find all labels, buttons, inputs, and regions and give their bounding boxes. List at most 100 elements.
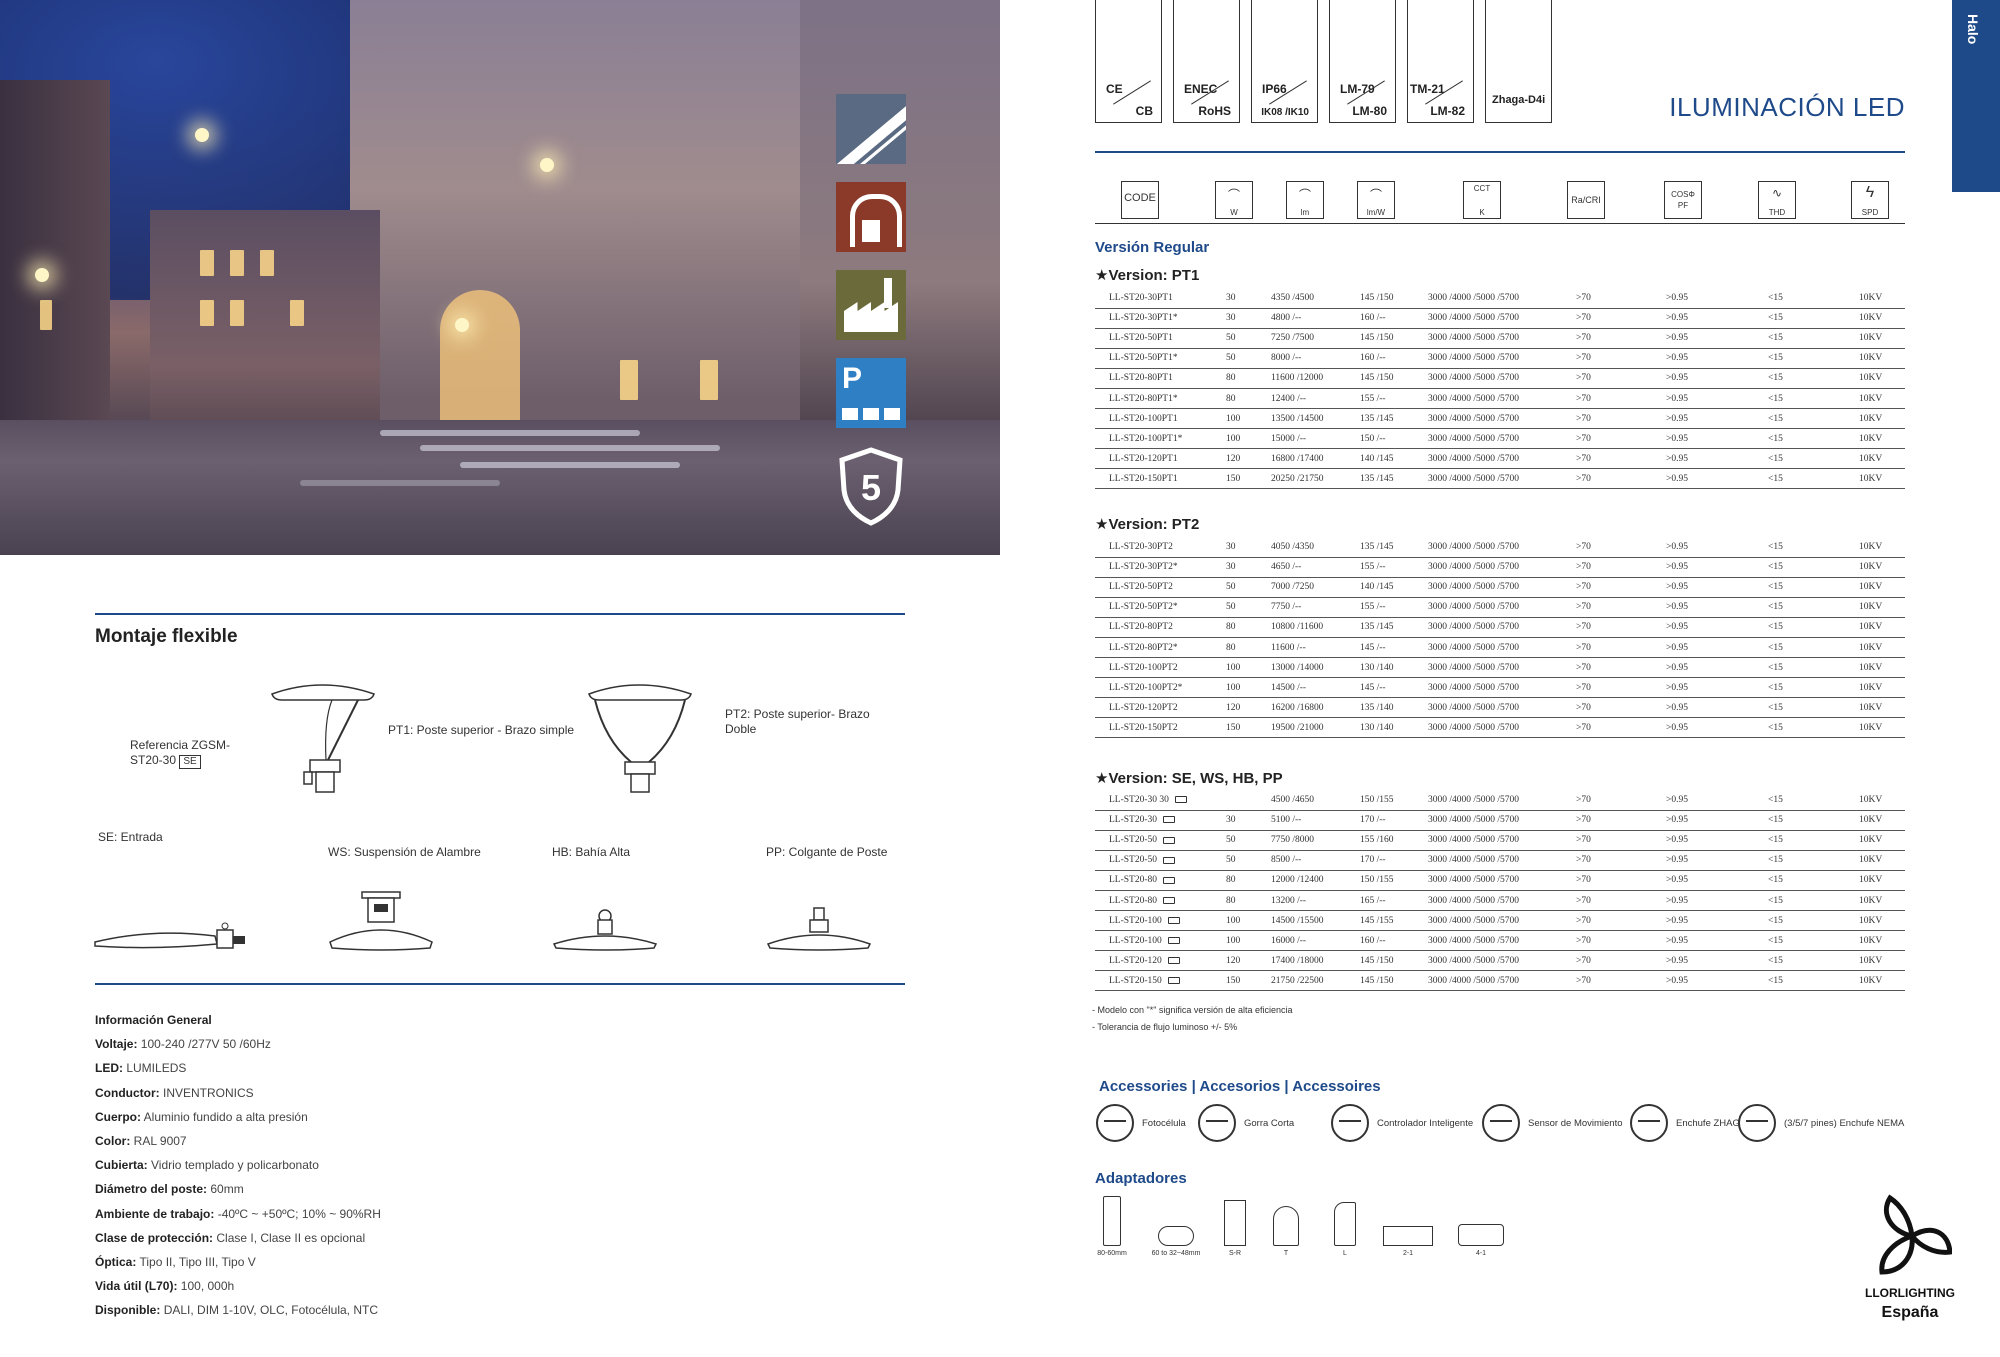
mount-type-icon <box>1167 916 1180 924</box>
spec-table-se: LL-ST20-30 30 4500 /4650 150 /155 3000 /400… <box>1095 790 1905 992</box>
table-cell: LL-ST20-150 <box>1095 970 1226 992</box>
table-cell: 150 <box>1226 970 1271 992</box>
table-cell: <15 <box>1768 428 1859 450</box>
table-cell: 145 /-- <box>1360 677 1428 699</box>
info-row: Óptica: Tipo II, Tipo III, Tipo V <box>95 1255 256 1270</box>
table-cell: 3000 /4000 /5000 /5700 <box>1428 468 1576 490</box>
table-cell: 3000 /4000 /5000 /5700 <box>1428 577 1576 598</box>
adapter-item: T <box>1270 1196 1302 1257</box>
table-cell: >70 <box>1576 617 1666 638</box>
table-cell: LL-ST20-50PT2 <box>1095 577 1226 598</box>
info-row: Cubierta: Vidrio templado y policarbonat… <box>95 1158 319 1173</box>
table-cell: LL-ST20-50PT1* <box>1095 348 1226 369</box>
table-cell: >0.95 <box>1666 850 1768 871</box>
table-cell: >0.95 <box>1666 468 1768 490</box>
table-row: LL-ST20-100PT1 100 13500 /14500 135 /145 300… <box>1095 408 1905 430</box>
table-row: LL-ST20-100 100 16000 /-- 160 /-- 3000 /4000… <box>1095 930 1905 952</box>
table-cell: >0.95 <box>1666 537 1768 558</box>
table-cell: 150 /-- <box>1360 428 1428 450</box>
table-cell: <15 <box>1768 557 1859 578</box>
table-cell: LL-ST20-120 <box>1095 950 1226 972</box>
table-cell: <15 <box>1768 408 1859 430</box>
table-cell: <15 <box>1768 950 1859 972</box>
table-cell: 135 /145 <box>1360 468 1428 490</box>
mount-type-icon <box>1163 856 1176 864</box>
table-row: LL-ST20-100 100 14500 /15500 145 /155 3000 /… <box>1095 910 1905 932</box>
code-icon: CODE <box>1121 181 1159 219</box>
table-cell: 120 <box>1226 448 1271 470</box>
table-cell: 3000 /4000 /5000 /5700 <box>1428 408 1576 430</box>
table-cell: LL-ST20-80 <box>1095 870 1226 891</box>
cert-badge: Zhaga-D4i <box>1485 0 1552 123</box>
table-cell: 10KV <box>1859 388 1905 410</box>
version-pt1-title: ★Version: PT1 <box>1095 267 1200 284</box>
table-cell: <15 <box>1768 697 1859 719</box>
table-cell: >70 <box>1576 388 1666 410</box>
table-cell: 50 <box>1226 577 1271 598</box>
table-cell: >70 <box>1576 697 1666 719</box>
table-cell: LL-ST20-50 <box>1095 850 1226 871</box>
table-cell: 3000 /4000 /5000 /5700 <box>1428 930 1576 952</box>
table-cell: >0.95 <box>1666 597 1768 618</box>
table-cell: 140 /145 <box>1360 577 1428 598</box>
table-cell: 145 /150 <box>1360 288 1428 309</box>
accessories-title: Accessories | Accesorios | Accessoires <box>1099 1078 1381 1095</box>
table-cell: 10KV <box>1859 577 1905 598</box>
table-cell: >0.95 <box>1666 910 1768 932</box>
pt2-drawing <box>588 684 692 793</box>
table-cell: 7750 /-- <box>1271 597 1360 618</box>
warranty-shield-icon: 5 <box>839 447 903 526</box>
table-cell: >0.95 <box>1666 408 1768 430</box>
table-cell: 10KV <box>1859 597 1905 618</box>
table-cell: 3000 /4000 /5000 /5700 <box>1428 348 1576 369</box>
table-cell: 150 /155 <box>1360 870 1428 891</box>
zhaga-socket-icon <box>1630 1104 1668 1142</box>
spd-icon: ϟ SPD <box>1851 181 1889 219</box>
table-cell: 3000 /4000 /5000 /5700 <box>1428 637 1576 659</box>
adapter-item: 60 to 32~48mm <box>1146 1196 1206 1257</box>
table-cell: >0.95 <box>1666 810 1768 831</box>
table-cell: 3000 /4000 /5000 /5700 <box>1428 597 1576 618</box>
table-cell: LL-ST20-30PT2 <box>1095 537 1226 558</box>
table-cell: 10KV <box>1859 368 1905 389</box>
table-cell: <15 <box>1768 850 1859 871</box>
table-cell: LL-ST20-50PT2* <box>1095 597 1226 618</box>
table-cell: 12400 /-- <box>1271 388 1360 410</box>
note: - Modelo con "*" significa versión de al… <box>1092 1005 1293 1015</box>
table-cell: 10KV <box>1859 657 1905 679</box>
cert-badge: LM-79 LM-80 <box>1329 0 1396 123</box>
table-cell: >70 <box>1576 408 1666 430</box>
table-cell: >0.95 <box>1666 697 1768 719</box>
table-cell: LL-ST20-100PT1 <box>1095 408 1226 430</box>
table-cell: 10KV <box>1859 328 1905 349</box>
table-cell: <15 <box>1768 577 1859 598</box>
table-row: LL-ST20-50PT1* 50 8000 /-- 160 /-- 3000 /400… <box>1095 348 1905 369</box>
table-cell: LL-ST20-80PT1 <box>1095 368 1226 389</box>
table-cell: >70 <box>1576 950 1666 972</box>
ws-drawing <box>329 891 433 951</box>
table-cell: 80 <box>1226 617 1271 638</box>
short-cap-icon <box>1198 1104 1236 1142</box>
table-cell: <15 <box>1768 348 1859 369</box>
table-cell: LL-ST20-80PT1* <box>1095 388 1226 410</box>
table-cell: >0.95 <box>1666 930 1768 952</box>
table-cell: LL-ST20-80 <box>1095 890 1226 912</box>
table-cell: 10KV <box>1859 950 1905 972</box>
hb-drawing <box>552 909 658 951</box>
table-cell: 80 <box>1226 637 1271 659</box>
table-cell: 80 <box>1226 890 1271 912</box>
table-cell: >70 <box>1576 328 1666 349</box>
mount-type-icon <box>1167 977 1180 985</box>
table-cell: LL-ST20-50 <box>1095 830 1226 851</box>
table-cell: <15 <box>1768 637 1859 659</box>
table-cell: 3000 /4000 /5000 /5700 <box>1428 617 1576 638</box>
table-row: LL-ST20-30PT1 30 4350 /4500 145 /150 3000 /4… <box>1095 288 1905 309</box>
table-cell: 17400 /18000 <box>1271 950 1360 972</box>
table-cell: >0.95 <box>1666 348 1768 369</box>
table-cell: 11600 /12000 <box>1271 368 1360 389</box>
table-cell: >70 <box>1576 348 1666 369</box>
table-cell: >0.95 <box>1666 328 1768 349</box>
table-cell: LL-ST20-80PT2* <box>1095 637 1226 659</box>
table-cell: >0.95 <box>1666 870 1768 891</box>
table-cell: 3000 /4000 /5000 /5700 <box>1428 810 1576 831</box>
